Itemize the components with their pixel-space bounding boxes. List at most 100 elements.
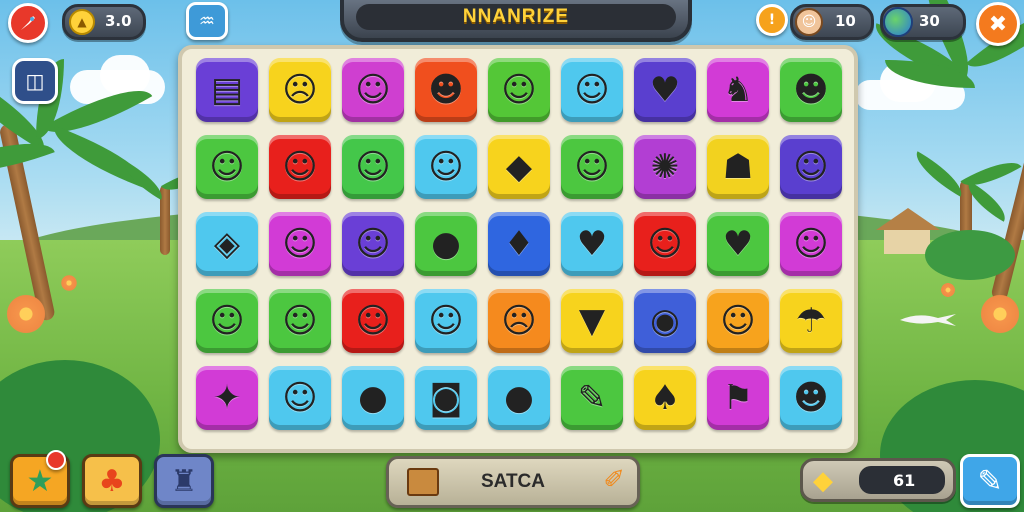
tile-glyph: ☺ [428, 301, 464, 341]
tile-r2-c7[interactable]: ✺ [634, 135, 696, 199]
tile-glyph: ◆ [505, 147, 533, 187]
tile-r3-c2[interactable]: ☺ [269, 212, 331, 276]
coin-counter: ▲ 3.0 [62, 4, 146, 40]
tile-glyph: ☺ [793, 224, 829, 264]
tile-glyph: ▼ [578, 301, 606, 341]
gems-value: 30 [919, 12, 940, 30]
tile-glyph: ☺ [282, 378, 318, 418]
tile-r5-c7[interactable]: ♠ [634, 366, 696, 430]
page-title: NNANRIZE [356, 4, 676, 30]
star-icon: ★ [26, 463, 54, 499]
tile-r5-c5[interactable]: ● [488, 366, 550, 430]
tile-r3-c8[interactable]: ♥ [707, 212, 769, 276]
tile-r3-c1[interactable]: ◈ [196, 212, 258, 276]
globe-icon [883, 7, 913, 37]
tile-r3-c7[interactable]: ☺ [634, 212, 696, 276]
tile-r2-c9[interactable]: ☺ [780, 135, 842, 199]
flower [978, 292, 1022, 336]
tile-r2-c8[interactable]: ☗ [707, 135, 769, 199]
tile-r4-c6[interactable]: ▼ [561, 289, 623, 353]
tile-glyph: ☗ [722, 147, 754, 187]
tile-r4-c5[interactable]: ☹ [488, 289, 550, 353]
tile-r4-c9[interactable]: ☂ [780, 289, 842, 353]
bottom-value: 61 [893, 471, 916, 490]
close-button[interactable]: ✖ [976, 2, 1020, 46]
tile-r5-c4[interactable]: ◙ [415, 366, 477, 430]
tree-button[interactable]: ♣ [82, 454, 142, 508]
tile-r2-c6[interactable]: ☺ [561, 135, 623, 199]
notification-badge [46, 450, 66, 470]
tile-glyph: ◉ [650, 301, 680, 341]
bush [925, 230, 1015, 280]
tile-r4-c7[interactable]: ◉ [634, 289, 696, 353]
tile-glyph: ☺ [647, 224, 683, 264]
tree-icon: ♣ [98, 463, 126, 499]
coin-value: 3.0 [105, 12, 132, 30]
tile-glyph: ☹ [501, 301, 537, 341]
tile-r1-c8[interactable]: ♞ [707, 58, 769, 122]
menu-icon: ◫ [25, 69, 45, 93]
tile-glyph: ☺ [355, 301, 391, 341]
tile-glyph: ☺ [355, 70, 391, 110]
tile-r4-c3[interactable]: ☺ [342, 289, 404, 353]
tile-r2-c3[interactable]: ☺ [342, 135, 404, 199]
tile-r1-c1[interactable]: ▤ [196, 58, 258, 122]
tile-r4-c8[interactable]: ☺ [707, 289, 769, 353]
tile-glyph: ☺ [428, 147, 464, 187]
tile-r2-c2[interactable]: ☺ [269, 135, 331, 199]
tile-glyph: ♞ [722, 70, 754, 110]
tile-r1-c6[interactable]: ☺ [561, 58, 623, 122]
tile-r2-c1[interactable]: ☺ [196, 135, 258, 199]
tile-r1-c2[interactable]: ☹ [269, 58, 331, 122]
tile-r1-c7[interactable]: ♥ [634, 58, 696, 122]
tile-r3-c6[interactable]: ♥ [561, 212, 623, 276]
info-button[interactable]: ! [756, 4, 788, 36]
tile-r1-c4[interactable]: ☻ [415, 58, 477, 122]
flower [60, 274, 78, 292]
tile-r4-c2[interactable]: ☺ [269, 289, 331, 353]
rocket-button[interactable] [8, 3, 48, 43]
tile-glyph: ☹ [282, 70, 318, 110]
tile-r5-c6[interactable]: ✎ [561, 366, 623, 430]
tile-r5-c8[interactable]: ⚑ [707, 366, 769, 430]
tile-r5-c3[interactable]: ● [342, 366, 404, 430]
menu-button[interactable]: ◫ [12, 58, 58, 104]
rocket-icon [21, 16, 35, 30]
tile-glyph: ☻ [793, 378, 829, 418]
tile-r1-c5[interactable]: ☺ [488, 58, 550, 122]
flower [940, 282, 956, 298]
tile-glyph: ♥ [576, 224, 608, 264]
tile-r4-c4[interactable]: ☺ [415, 289, 477, 353]
tile-r5-c1[interactable]: ✦ [196, 366, 258, 430]
tile-r3-c4[interactable]: ● [415, 212, 477, 276]
search-label: SATCA [480, 471, 546, 492]
tile-r1-c9[interactable]: ☻ [780, 58, 842, 122]
tile-r2-c4[interactable]: ☺ [415, 135, 477, 199]
tile-glyph: ◙ [429, 378, 463, 418]
tile-r4-c1[interactable]: ☺ [196, 289, 258, 353]
tile-r1-c3[interactable]: ☺ [342, 58, 404, 122]
tile-glyph: ☺ [501, 70, 537, 110]
tile-r3-c3[interactable]: ☺ [342, 212, 404, 276]
tile-r2-c5[interactable]: ◆ [488, 135, 550, 199]
tile-r3-c5[interactable]: ♦ [488, 212, 550, 276]
tile-glyph: ☺ [209, 301, 245, 341]
info-icon: ! [768, 12, 776, 28]
gems-counter: 30 [880, 4, 966, 40]
tile-glyph: ☺ [355, 224, 391, 264]
pencil-button[interactable]: ✎ [960, 454, 1020, 508]
tile-glyph: ☺ [574, 147, 610, 187]
search-bar[interactable]: SATCA ✐ [386, 456, 640, 508]
tile-glyph: ☺ [793, 147, 829, 187]
water-button[interactable]: ♒ [186, 2, 228, 40]
pencil-icon: ✎ [977, 463, 1003, 499]
tile-r3-c9[interactable]: ☺ [780, 212, 842, 276]
title-bar: NNANRIZE [340, 0, 692, 42]
tile-r5-c9[interactable]: ☻ [780, 366, 842, 430]
monster-button[interactable]: ♜ [154, 454, 214, 508]
tile-glyph: ✎ [577, 378, 607, 418]
tile-glyph: ♦ [503, 224, 535, 264]
tile-r5-c2[interactable]: ☺ [269, 366, 331, 430]
avatar-icon: ☺ [795, 8, 823, 36]
tile-glyph: ✦ [212, 378, 242, 418]
